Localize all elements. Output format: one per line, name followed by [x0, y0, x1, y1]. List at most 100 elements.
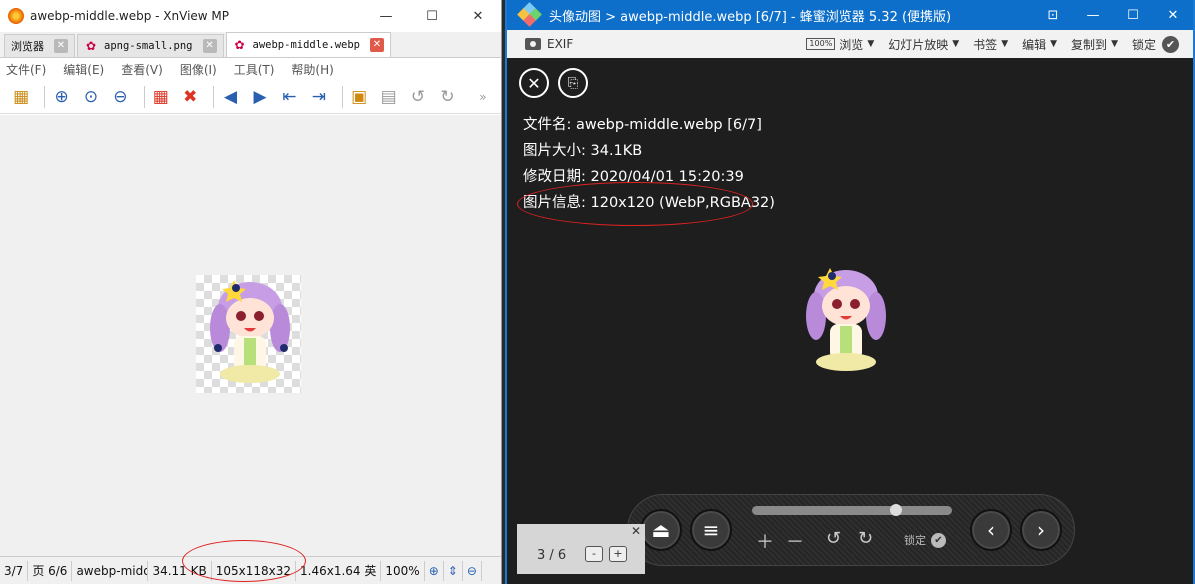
tab-label: apng-small.png — [104, 40, 193, 52]
slideshow-label: 幻灯片放映 — [888, 37, 949, 52]
grid-icon[interactable]: ▦ — [150, 85, 172, 109]
zoom-in-icon[interactable]: ⊕ — [50, 85, 72, 109]
info-filename: 文件名: awebp-middle.webp [6/7] — [523, 117, 762, 133]
bookmark-label: 书签 — [973, 37, 998, 52]
image-thumbnail-icon: ✿ — [234, 38, 245, 52]
chevron-down-icon: ▼ — [1111, 39, 1118, 49]
chevron-down-icon: ▼ — [1050, 39, 1058, 49]
status-zoom-in-icon[interactable]: ⊕ — [425, 560, 444, 581]
menu-edit[interactable]: 编辑(E) — [63, 61, 104, 78]
panel-lock-toggle[interactable]: 锁定 ✔ — [904, 532, 946, 548]
image-thumbnail-icon: ✿ — [85, 39, 97, 53]
pager-text: 3 / 6 — [537, 548, 567, 563]
eject-icon[interactable]: ⏏ — [640, 509, 682, 551]
status-zoom: 100% — [381, 560, 425, 581]
honeyview-logo-icon — [517, 2, 542, 27]
first-frame-icon[interactable]: ⇤ — [278, 85, 300, 109]
highlight-ellipse — [182, 540, 306, 582]
close-info-icon[interactable]: ✕ — [519, 68, 549, 98]
exif-button[interactable]: EXIF — [525, 37, 806, 51]
copy-to-label: 复制到 — [1071, 37, 1108, 52]
bookmark-menu[interactable]: 书签 ▼ — [973, 36, 1008, 53]
browse-menu[interactable]: 100% 浏览 ▼ — [806, 36, 874, 53]
previous-icon[interactable]: ‹ — [970, 509, 1012, 551]
tab-label: 浏览器 — [11, 40, 44, 53]
toolbar-separator — [143, 85, 145, 108]
browser-tree-icon[interactable]: ▦ — [10, 85, 32, 109]
menu-tools[interactable]: 工具(T) — [234, 61, 275, 78]
xnview-window: awebp-middle.webp - XnView MP — ☐ ✕ 浏览器 … — [0, 0, 502, 584]
honeyview-window: 头像动图 > awebp-middle.webp [6/7] - 蜂蜜浏览器 5… — [505, 0, 1195, 584]
edit-label: 编辑 — [1022, 37, 1047, 52]
frame-slider[interactable] — [752, 504, 952, 516]
image-viewer-area[interactable] — [0, 115, 501, 556]
tab-apng-small[interactable]: ✿ apng-small.png ✕ — [77, 34, 224, 57]
tab-close-icon[interactable]: ✕ — [369, 38, 384, 52]
next-icon[interactable]: › — [1020, 509, 1062, 551]
honeyview-titlebar: 头像动图 > awebp-middle.webp [6/7] - 蜂蜜浏览器 5… — [507, 0, 1193, 30]
maximize-button[interactable]: ☐ — [1113, 0, 1153, 30]
camera-icon — [525, 38, 541, 50]
frame-minus-button[interactable]: - — [585, 546, 603, 562]
maximize-button[interactable]: ☐ — [409, 0, 455, 32]
chevron-down-icon: ▼ — [952, 39, 960, 49]
tab-browser[interactable]: 浏览器 ✕ — [4, 34, 75, 57]
menu-bar: 文件(F) 编辑(E) 查看(V) 图像(I) 工具(T) 帮助(H) — [0, 58, 501, 80]
minimize-button[interactable]: — — [363, 0, 409, 32]
highlight-ellipse — [517, 182, 753, 226]
fullscreen-icon[interactable]: ⊡ — [1033, 0, 1073, 30]
next-icon[interactable]: ▶ — [249, 85, 271, 109]
pager-close-icon[interactable]: ✕ — [631, 524, 641, 538]
frame-plus-button[interactable]: + — [609, 546, 627, 562]
tab-close-icon[interactable]: ✕ — [202, 39, 217, 53]
frame-pager: ✕ 3 / 6 - + — [517, 524, 645, 574]
copy-to-menu[interactable]: 复制到 ▼ — [1071, 36, 1118, 53]
rotate-left-icon[interactable]: ↺ — [407, 85, 429, 109]
copy-info-icon[interactable]: ⎘ — [558, 68, 588, 98]
toolbar-separator — [342, 85, 343, 108]
menu-icon[interactable]: ≡ — [690, 509, 732, 551]
image-viewer-area[interactable]: ✕ ⎘ 文件名: awebp-middle.webp [6/7] 图片大小: 3… — [507, 58, 1193, 584]
rotate-right-icon[interactable]: ↻ — [436, 85, 458, 109]
status-filename: awebp-middc — [72, 560, 149, 581]
window-title: awebp-middle.webp - XnView MP — [30, 9, 230, 23]
status-index: 3/7 — [0, 560, 29, 581]
toolbar-overflow-icon[interactable]: » — [472, 85, 494, 109]
menu-view[interactable]: 查看(V) — [121, 61, 163, 78]
control-panel: ⏏ ≡ ＋ － ↺ ↻ 锁定 ✔ ‹ › — [627, 494, 1075, 566]
last-frame-icon[interactable]: ⇥ — [308, 85, 330, 109]
lock-toggle[interactable]: 锁定 ✔ — [1132, 35, 1179, 53]
menu-help[interactable]: 帮助(H) — [291, 61, 333, 78]
tab-awebp-middle[interactable]: ✿ awebp-middle.webp ✕ — [225, 32, 391, 57]
minimize-button[interactable]: — — [1073, 0, 1113, 30]
zoom-out-icon[interactable]: ⊖ — [109, 85, 131, 109]
close-button[interactable]: ✕ — [455, 0, 501, 32]
chevron-down-icon: ▼ — [1001, 39, 1009, 49]
info-filesize: 图片大小: 34.1KB — [523, 143, 643, 159]
properties-icon[interactable]: ▤ — [377, 85, 399, 109]
status-frame: 页 6/6 — [28, 560, 73, 581]
previous-icon[interactable]: ◀ — [219, 85, 241, 109]
rotate-left-icon[interactable]: ↺ — [826, 528, 841, 549]
zoom-out-icon[interactable]: － — [786, 528, 804, 554]
zoom-in-icon[interactable]: ＋ — [756, 528, 774, 554]
menu-image[interactable]: 图像(I) — [180, 61, 217, 78]
delete-icon[interactable]: ✖ — [179, 85, 201, 109]
checkmark-icon: ✔ — [931, 532, 946, 548]
zoom-fit-icon[interactable]: ⊙ — [80, 85, 102, 109]
checkmark-icon: ✔ — [1162, 35, 1179, 53]
slider-knob[interactable] — [890, 504, 902, 516]
status-zoom-out-icon[interactable]: ⊖ — [463, 560, 482, 581]
rotate-right-icon[interactable]: ↻ — [858, 528, 873, 549]
edit-menu[interactable]: 编辑 ▼ — [1022, 36, 1057, 53]
slideshow-menu[interactable]: 幻灯片放映 ▼ — [888, 36, 959, 53]
zoom-percent-icon: 100% — [806, 38, 836, 50]
status-fit-icon[interactable]: ⇕ — [444, 560, 463, 581]
menu-file[interactable]: 文件(F) — [6, 61, 46, 78]
picture-icon[interactable]: ▣ — [348, 85, 370, 109]
tab-close-icon[interactable]: ✕ — [54, 39, 68, 53]
exif-label: EXIF — [547, 37, 574, 51]
close-button[interactable]: ✕ — [1153, 0, 1193, 30]
toolbar-separator — [44, 85, 46, 108]
tab-bar: 浏览器 ✕ ✿ apng-small.png ✕ ✿ awebp-middle.… — [0, 32, 501, 58]
